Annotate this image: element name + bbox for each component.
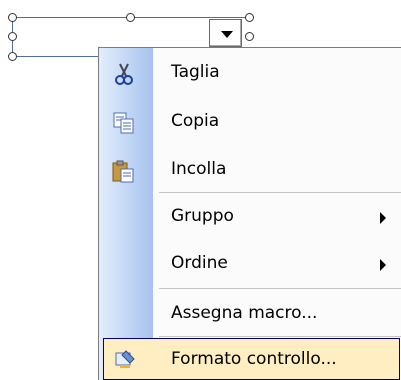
menu-item-label: Taglia <box>171 62 220 82</box>
paste-icon <box>111 159 137 183</box>
menu-item-group[interactable]: Gruppo <box>99 194 401 241</box>
menu-item-copy[interactable]: Copia <box>99 99 401 146</box>
menu-item-label: Formato controllo... <box>171 349 337 369</box>
resize-handle-middle-left[interactable] <box>8 32 17 41</box>
menu-item-format-control[interactable]: Formato controllo... <box>103 338 400 380</box>
menu-item-label: Incolla <box>171 159 227 179</box>
submenu-arrow-icon <box>380 259 386 271</box>
menu-separator <box>159 336 401 337</box>
format-control-icon <box>112 347 138 371</box>
menu-item-paste[interactable]: Incolla <box>99 147 401 194</box>
dropdown-arrow-icon <box>221 31 233 38</box>
resize-handle-top-left[interactable] <box>8 13 17 22</box>
context-menu: Taglia Copia Incolla Gruppo Ordine Asseg… <box>98 47 401 380</box>
menu-separator <box>159 288 401 289</box>
menu-item-cut[interactable]: Taglia <box>99 50 401 97</box>
resize-handle-top-right[interactable] <box>245 13 254 22</box>
menu-separator <box>159 192 401 193</box>
dropdown-button[interactable] <box>209 19 242 47</box>
menu-item-label: Assegna macro... <box>171 303 318 323</box>
menu-item-label: Ordine <box>171 253 228 273</box>
menu-item-assign-macro[interactable]: Assegna macro... <box>99 291 401 338</box>
menu-item-label: Gruppo <box>171 206 234 226</box>
resize-handle-middle-right[interactable] <box>245 32 254 41</box>
scissors-icon <box>111 62 137 86</box>
submenu-arrow-icon <box>380 212 386 224</box>
menu-item-label: Copia <box>171 111 220 131</box>
menu-item-order[interactable]: Ordine <box>99 241 401 288</box>
resize-handle-top-middle[interactable] <box>126 13 135 22</box>
resize-handle-bottom-left[interactable] <box>8 52 17 61</box>
copy-icon <box>111 111 137 135</box>
